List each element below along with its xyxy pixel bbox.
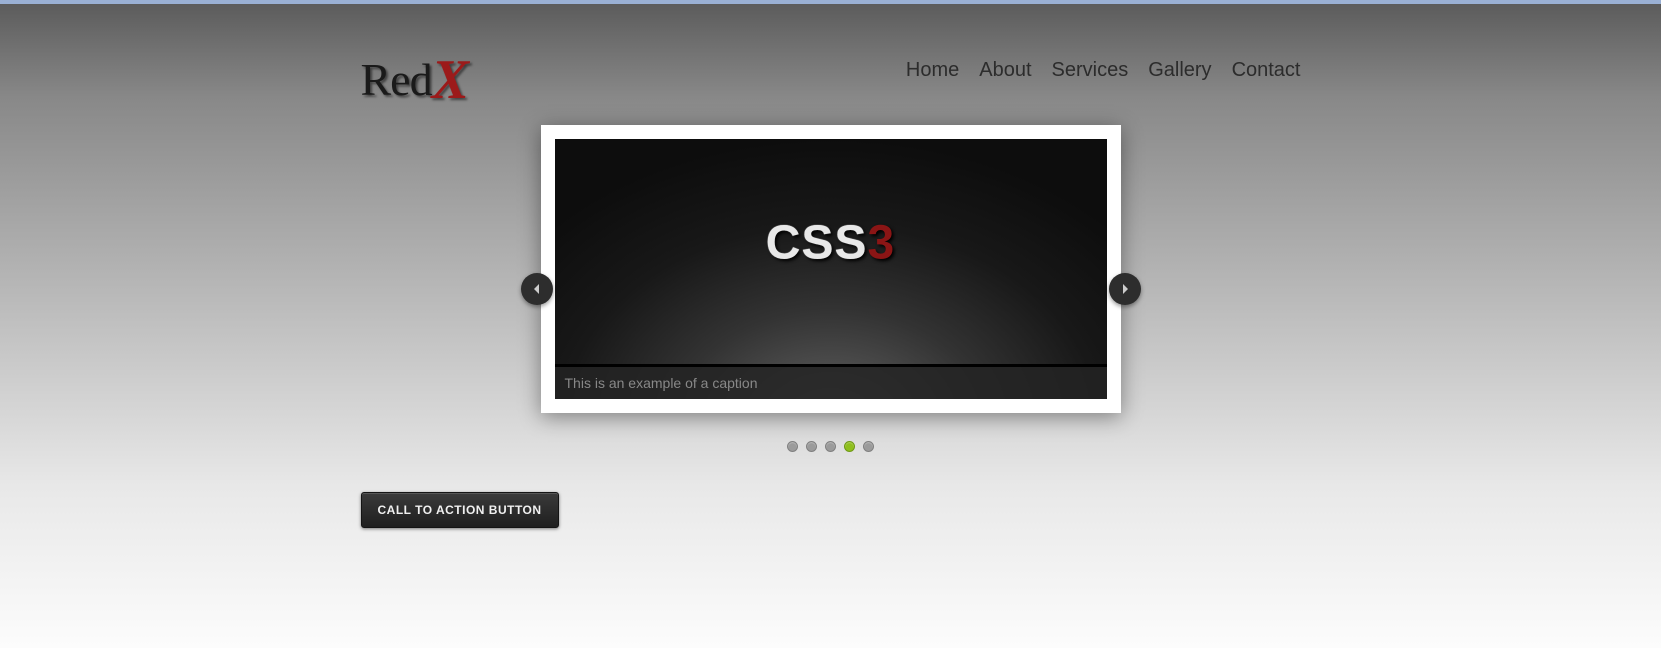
nav-item-gallery[interactable]: Gallery xyxy=(1148,59,1211,82)
slider-pagination xyxy=(541,441,1121,452)
nav-item-home[interactable]: Home xyxy=(906,59,959,82)
main-nav: Home About Services Gallery Contact xyxy=(906,59,1301,82)
slide-caption: This is an example of a caption xyxy=(555,367,1107,399)
chevron-left-icon xyxy=(533,283,541,295)
header: RedX Home About Services Gallery Contact xyxy=(361,4,1301,105)
chevron-right-icon xyxy=(1121,283,1129,295)
slide-headline-main: CSS xyxy=(766,217,868,270)
slider-dot[interactable] xyxy=(825,441,836,452)
logo-text-part2: X xyxy=(432,52,468,108)
nav-item-contact[interactable]: Contact xyxy=(1232,59,1301,82)
slider-prev-button[interactable] xyxy=(521,273,553,305)
logo-text-part1: Red xyxy=(361,54,432,105)
slider-slide: CSS3 This is an example of a caption xyxy=(555,139,1107,399)
slider-dot[interactable] xyxy=(787,441,798,452)
nav-item-about[interactable]: About xyxy=(979,59,1031,82)
slider-dot[interactable] xyxy=(863,441,874,452)
nav-item-services[interactable]: Services xyxy=(1052,59,1129,82)
cta-row: CALL TO ACTION BUTTON xyxy=(361,492,1301,528)
slider-frame: CSS3 This is an example of a caption xyxy=(541,125,1121,413)
slider-dot[interactable] xyxy=(806,441,817,452)
slide-headline: CSS3 xyxy=(766,216,895,271)
slide-headline-accent: 3 xyxy=(868,217,896,270)
slider-dot[interactable] xyxy=(844,441,855,452)
slider-next-button[interactable] xyxy=(1109,273,1141,305)
site-logo[interactable]: RedX xyxy=(361,49,468,105)
hero-slider: CSS3 This is an example of a caption xyxy=(541,125,1121,452)
cta-button[interactable]: CALL TO ACTION BUTTON xyxy=(361,492,559,528)
